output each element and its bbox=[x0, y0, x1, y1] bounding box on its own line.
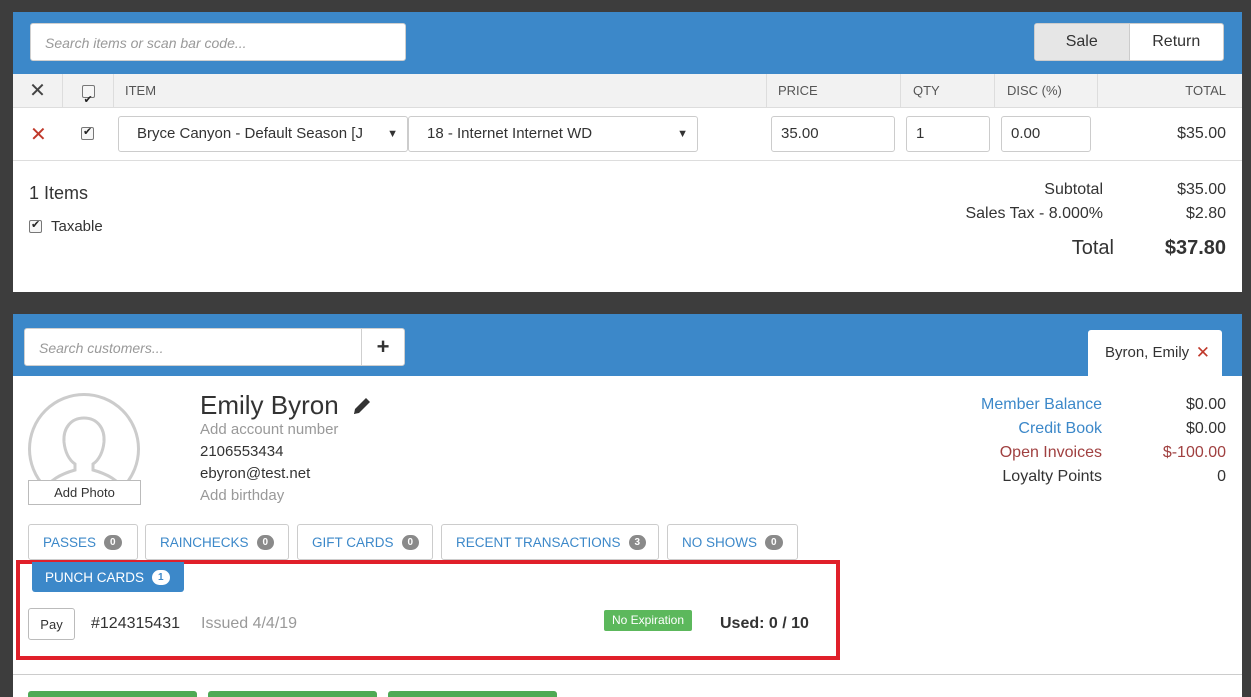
tab-rainchecks[interactable]: RAINCHECKS 0 bbox=[145, 524, 289, 560]
no-expiration-badge: No Expiration bbox=[604, 610, 692, 631]
member-balance-value: $0.00 bbox=[1185, 396, 1226, 413]
column-header-price: PRICE bbox=[767, 74, 901, 108]
action-button-1[interactable] bbox=[28, 691, 197, 697]
punch-card-number: #124315431 bbox=[91, 615, 180, 632]
discount-input[interactable]: 0.00 bbox=[1001, 116, 1091, 152]
loyalty-points-label: Loyalty Points bbox=[1002, 468, 1102, 485]
pencil-icon[interactable] bbox=[351, 395, 373, 417]
checkbox-icon bbox=[81, 83, 95, 117]
tab-rainchecks-label: RAINCHECKS bbox=[160, 534, 249, 550]
column-header-qty: QTY bbox=[901, 74, 995, 108]
sale-header: Search items or scan bar code... Sale Re… bbox=[13, 12, 1242, 74]
customer-search-input[interactable]: Search customers... bbox=[24, 328, 362, 366]
customer-name-row: Emily Byron bbox=[200, 390, 373, 421]
column-header-item: ITEM bbox=[114, 74, 767, 108]
return-mode-button[interactable]: Return bbox=[1130, 24, 1224, 60]
tab-passes-count: 0 bbox=[104, 534, 122, 550]
taxable-label: Taxable bbox=[51, 218, 103, 235]
customer-tab-label: Byron, Emily bbox=[1105, 344, 1190, 361]
item-select[interactable]: Bryce Canyon - Default Season [J ▼ bbox=[118, 116, 408, 152]
divider bbox=[13, 674, 1242, 675]
punch-card-usage: Used: 0 / 10 bbox=[720, 615, 809, 632]
member-balance-link[interactable]: Member Balance bbox=[981, 396, 1102, 414]
tab-punch-cards-label: PUNCH CARDS bbox=[45, 569, 145, 585]
tab-passes-label: PASSES bbox=[43, 534, 97, 550]
action-button-3[interactable] bbox=[388, 691, 557, 697]
tab-gift-cards-label: GIFT CARDS bbox=[312, 534, 394, 550]
punch-card-issued: Issued 4/4/19 bbox=[201, 615, 298, 632]
item-row-checkbox[interactable] bbox=[81, 125, 94, 145]
tab-recent-transactions-count: 3 bbox=[628, 534, 647, 550]
column-header-total: TOTAL bbox=[1185, 83, 1226, 98]
checkbox-icon bbox=[81, 125, 94, 140]
customer-email: ebyron@test.net bbox=[200, 465, 311, 482]
subtotal-value: $35.00 bbox=[1177, 181, 1226, 198]
remove-all-icon[interactable]: ✕ bbox=[13, 74, 63, 108]
select-all-checkbox[interactable] bbox=[63, 74, 114, 117]
add-customer-button[interactable]: + bbox=[361, 328, 405, 366]
credit-book-link[interactable]: Credit Book bbox=[1018, 420, 1102, 438]
tab-punch-cards-count: 1 bbox=[152, 569, 170, 585]
taxable-toggle[interactable]: Taxable bbox=[29, 218, 103, 235]
sale-panel: Search items or scan bar code... Sale Re… bbox=[13, 12, 1242, 292]
tab-recent-transactions-label: RECENT TRANSACTIONS bbox=[456, 534, 621, 550]
row-total: $35.00 bbox=[1177, 125, 1226, 142]
close-icon[interactable]: ✕ bbox=[1196, 343, 1210, 363]
sales-tax-value: $2.80 bbox=[1185, 205, 1226, 222]
sale-mode-button[interactable]: Sale bbox=[1035, 24, 1130, 60]
tab-no-shows-label: NO SHOWS bbox=[682, 534, 758, 550]
qty-input[interactable]: 1 bbox=[906, 116, 990, 152]
rate-select-value: 18 - Internet Internet WD bbox=[427, 125, 593, 142]
item-search-input[interactable]: Search items or scan bar code... bbox=[30, 23, 406, 61]
customer-header: Search customers... + Byron, Emily ✕ bbox=[13, 314, 1242, 376]
loyalty-points-value: 0 bbox=[1217, 468, 1226, 485]
open-invoices-value: $-100.00 bbox=[1162, 444, 1226, 461]
caret-down-icon: ▼ bbox=[677, 128, 688, 140]
checkbox-icon bbox=[29, 218, 42, 233]
caret-down-icon: ▼ bbox=[387, 128, 398, 140]
add-birthday-link[interactable]: Add birthday bbox=[200, 487, 284, 504]
credit-book-value: $0.00 bbox=[1185, 420, 1226, 437]
item-select-value: Bryce Canyon - Default Season [J bbox=[137, 125, 363, 142]
items-table-header: ✕ ITEM PRICE QTY DISC (%) TOTAL bbox=[13, 74, 1242, 117]
customer-name: Emily Byron bbox=[200, 390, 339, 420]
customer-panel: Search customers... + Byron, Emily ✕ Add… bbox=[13, 314, 1242, 697]
customer-tab[interactable]: Byron, Emily ✕ bbox=[1088, 330, 1222, 376]
price-input[interactable]: 35.00 bbox=[771, 116, 895, 152]
remove-item-icon[interactable]: ✕ bbox=[30, 122, 47, 147]
total-value: $37.80 bbox=[1164, 237, 1226, 259]
table-row: ✕ Bryce Canyon - Default Season [J ▼ 18 … bbox=[13, 108, 1242, 161]
plus-icon: + bbox=[376, 334, 390, 359]
total-label: Total bbox=[1071, 237, 1114, 259]
add-account-number-link[interactable]: Add account number bbox=[200, 421, 338, 438]
tab-recent-transactions[interactable]: RECENT TRANSACTIONS 3 bbox=[441, 524, 659, 560]
tab-gift-cards-count: 0 bbox=[401, 534, 420, 550]
tab-punch-cards[interactable]: PUNCH CARDS 1 bbox=[32, 562, 184, 592]
rate-select[interactable]: 18 - Internet Internet WD ▼ bbox=[408, 116, 698, 152]
open-invoices-link[interactable]: Open Invoices bbox=[1000, 444, 1102, 462]
column-header-disc: DISC (%) bbox=[995, 74, 1098, 108]
action-button-2[interactable] bbox=[208, 691, 377, 697]
sales-tax-label: Sales Tax - 8.000% bbox=[965, 205, 1103, 222]
tab-no-shows-count: 0 bbox=[765, 534, 783, 550]
tab-passes[interactable]: PASSES 0 bbox=[28, 524, 138, 560]
sale-mode-toggle: Sale Return bbox=[1034, 23, 1224, 61]
pay-button[interactable]: Pay bbox=[28, 608, 75, 640]
add-photo-button[interactable]: Add Photo bbox=[28, 480, 141, 505]
sale-summary: 1 Items Taxable Subtotal $35.00 Sales Ta… bbox=[13, 162, 1242, 292]
tab-rainchecks-count: 0 bbox=[256, 534, 275, 550]
tab-no-shows[interactable]: NO SHOWS 0 bbox=[667, 524, 798, 560]
items-count: 1 Items bbox=[29, 183, 89, 203]
customer-phone: 2106553434 bbox=[200, 443, 284, 460]
subtotal-label: Subtotal bbox=[1044, 181, 1103, 198]
tab-gift-cards[interactable]: GIFT CARDS 0 bbox=[297, 524, 433, 560]
